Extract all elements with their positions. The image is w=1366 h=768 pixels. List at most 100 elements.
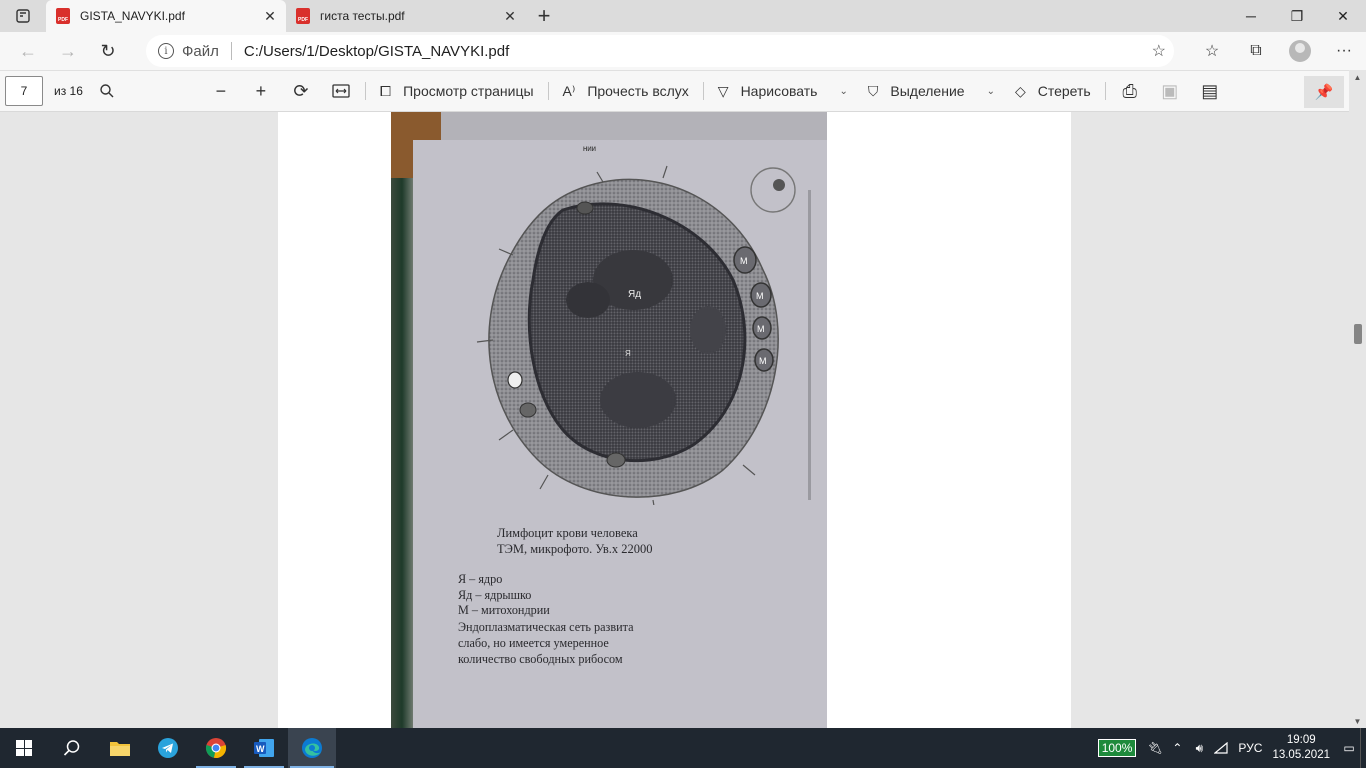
find-icon[interactable]	[87, 75, 127, 107]
divider	[364, 82, 366, 100]
tab-gista-testy[interactable]: PDF гиста тесты.pdf ✕	[286, 0, 526, 32]
address-bar[interactable]: i Файл C:/Users/1/Desktop/GISTA_NAVYKI.p…	[146, 35, 1174, 67]
label-mitochondrion: М	[759, 356, 767, 366]
svg-text:W: W	[256, 744, 265, 754]
chrome-icon	[205, 738, 227, 759]
back-button[interactable]: ←	[8, 35, 48, 67]
label-mitochondrion: М	[757, 324, 765, 334]
browser-actions: ☆ ⧉ ···	[1190, 32, 1366, 70]
collections-icon[interactable]: ⧉	[1234, 35, 1278, 67]
micrograph-image: Яд Я М М М М	[476, 165, 811, 505]
page-view-button[interactable]: ⧠ Просмотр страницы	[370, 75, 544, 107]
scroll-down-icon[interactable]: ▼	[1349, 714, 1366, 728]
photo-binding	[391, 178, 413, 728]
legend-line: Эндоплазматическая сеть развита	[458, 620, 634, 634]
page-count: из 16	[54, 84, 83, 98]
chevron-down-icon[interactable]: ⌄	[987, 86, 995, 97]
word-icon: W	[254, 739, 274, 757]
battery-indicator[interactable]: 100%	[1097, 739, 1137, 757]
language-indicator[interactable]: РУС	[1238, 741, 1262, 755]
draw-button[interactable]: ▽ Нарисовать ⌄	[708, 75, 858, 107]
settings-more-icon[interactable]: ···	[1322, 35, 1366, 67]
erase-label: Стереть	[1037, 83, 1091, 99]
notifications-icon[interactable]: ▭	[1338, 741, 1360, 755]
taskbar-telegram[interactable]	[144, 728, 192, 768]
zoom-in-button[interactable]: +	[241, 75, 281, 107]
window-controls: ─ ❐ ✕	[1228, 0, 1366, 32]
save-icon[interactable]: ▣	[1150, 75, 1190, 107]
clock-date: 13.05.2021	[1272, 749, 1330, 761]
taskbar: W 100% 🔌︎ ⌃ 🔊︎ РУС 19:09 13.05.2021 ▭	[0, 728, 1366, 768]
tab-close-button[interactable]: ✕	[262, 8, 278, 24]
page-photo: НИИ Яд Я М М М М Лимфоцит крови человека…	[391, 112, 827, 728]
read-aloud-label: Прочесть вслух	[587, 83, 689, 99]
label-nucleolus: Яд	[628, 289, 641, 300]
restore-button[interactable]: ❐	[1274, 0, 1320, 32]
windows-icon	[16, 740, 32, 756]
scroll-up-icon[interactable]: ▲	[1349, 70, 1366, 84]
url-text[interactable]: C:/Users/1/Desktop/GISTA_NAVYKI.pdf	[244, 43, 509, 60]
show-desktop-button[interactable]	[1360, 728, 1366, 768]
legend-line: Яд – ядрышко	[458, 588, 532, 602]
caption-subtitle: ТЭМ, микрофото. Ув.х 22000	[497, 542, 653, 556]
tab-close-button[interactable]: ✕	[502, 8, 518, 24]
favorites-icon[interactable]: ☆	[1190, 35, 1234, 67]
volume-icon[interactable]: 🔊︎	[1188, 741, 1210, 756]
scheme-label: Файл	[182, 42, 219, 60]
taskbar-chrome[interactable]	[192, 728, 240, 768]
fit-width-icon[interactable]	[321, 75, 361, 107]
divider	[702, 82, 704, 100]
page-number-input[interactable]: 7	[5, 76, 43, 106]
new-tab-button[interactable]: +	[526, 0, 562, 32]
pdf-viewer[interactable]: НИИ Яд Я М М М М Лимфоцит крови человека…	[0, 112, 1366, 728]
taskbar-word[interactable]: W	[240, 728, 288, 768]
forward-button[interactable]: →	[48, 35, 88, 67]
tab-gista-navyki[interactable]: PDF GISTA_NAVYKI.pdf ✕	[46, 0, 286, 32]
pin-toolbar-icon[interactable]: 📌	[1304, 76, 1344, 108]
scrollbar-thumb[interactable]	[1354, 324, 1362, 344]
pdf-file-icon: PDF	[296, 8, 310, 24]
divider	[1104, 82, 1106, 100]
power-plug-icon[interactable]: 🔌︎	[1144, 741, 1166, 755]
tab-actions-icon	[16, 9, 30, 23]
erase-button[interactable]: ◇ Стереть	[1005, 75, 1101, 107]
legend-line: М – митохондрии	[458, 603, 550, 617]
print-icon[interactable]: ⎙	[1110, 75, 1150, 107]
minimize-button[interactable]: ─	[1228, 0, 1274, 32]
taskbar-file-explorer[interactable]	[96, 728, 144, 768]
highlight-button[interactable]: ⛉ Выделение ⌄	[858, 75, 1005, 107]
save-as-icon[interactable]: ▤	[1190, 75, 1230, 107]
edge-icon	[302, 738, 322, 758]
read-aloud-button[interactable]: A⁾ Прочесть вслух	[553, 75, 699, 107]
taskbar-edge[interactable]	[288, 728, 336, 768]
rotate-icon[interactable]: ⟳	[281, 75, 321, 107]
sheet-header: НИИ	[583, 147, 596, 153]
label-nucleus: Я	[625, 349, 631, 358]
network-icon[interactable]	[1210, 742, 1232, 754]
caption-title: Лимфоцит крови человека	[497, 526, 638, 540]
pdf-page: НИИ Яд Я М М М М Лимфоцит крови человека…	[278, 112, 1071, 728]
clock-time: 19:09	[1286, 734, 1316, 746]
clock[interactable]: 19:09 13.05.2021	[1272, 733, 1330, 763]
profile-avatar[interactable]	[1289, 40, 1311, 62]
chevron-up-icon[interactable]: ⌃	[1166, 741, 1188, 755]
vertical-scrollbar[interactable]: ▲ ▼	[1349, 70, 1366, 728]
pdf-toolbar: 7 из 16 − + ⟳ ⧠ Просмотр страницы A⁾ Про…	[0, 70, 1366, 112]
legend-line: количество свободных рибосом	[458, 652, 623, 666]
chevron-down-icon[interactable]: ⌄	[839, 86, 847, 97]
add-favorite-icon[interactable]: ☆	[1152, 41, 1166, 61]
close-window-button[interactable]: ✕	[1320, 0, 1366, 32]
tab-actions-button[interactable]	[0, 0, 46, 32]
divider	[230, 42, 232, 60]
folder-icon	[110, 742, 130, 756]
system-tray: 100% 🔌︎ ⌃ 🔊︎ РУС 19:09 13.05.2021 ▭	[1097, 728, 1366, 768]
zoom-out-button[interactable]: −	[201, 75, 241, 107]
eraser-icon: ◇	[1014, 82, 1026, 99]
pdf-file-icon: PDF	[56, 8, 70, 24]
search-button[interactable]	[48, 728, 96, 768]
highlight-icon: ⛉	[867, 82, 879, 99]
start-button[interactable]	[0, 728, 48, 768]
refresh-button[interactable]: ↻	[88, 35, 128, 67]
page-view-icon: ⧠	[379, 82, 392, 99]
info-icon[interactable]: i	[158, 43, 174, 59]
